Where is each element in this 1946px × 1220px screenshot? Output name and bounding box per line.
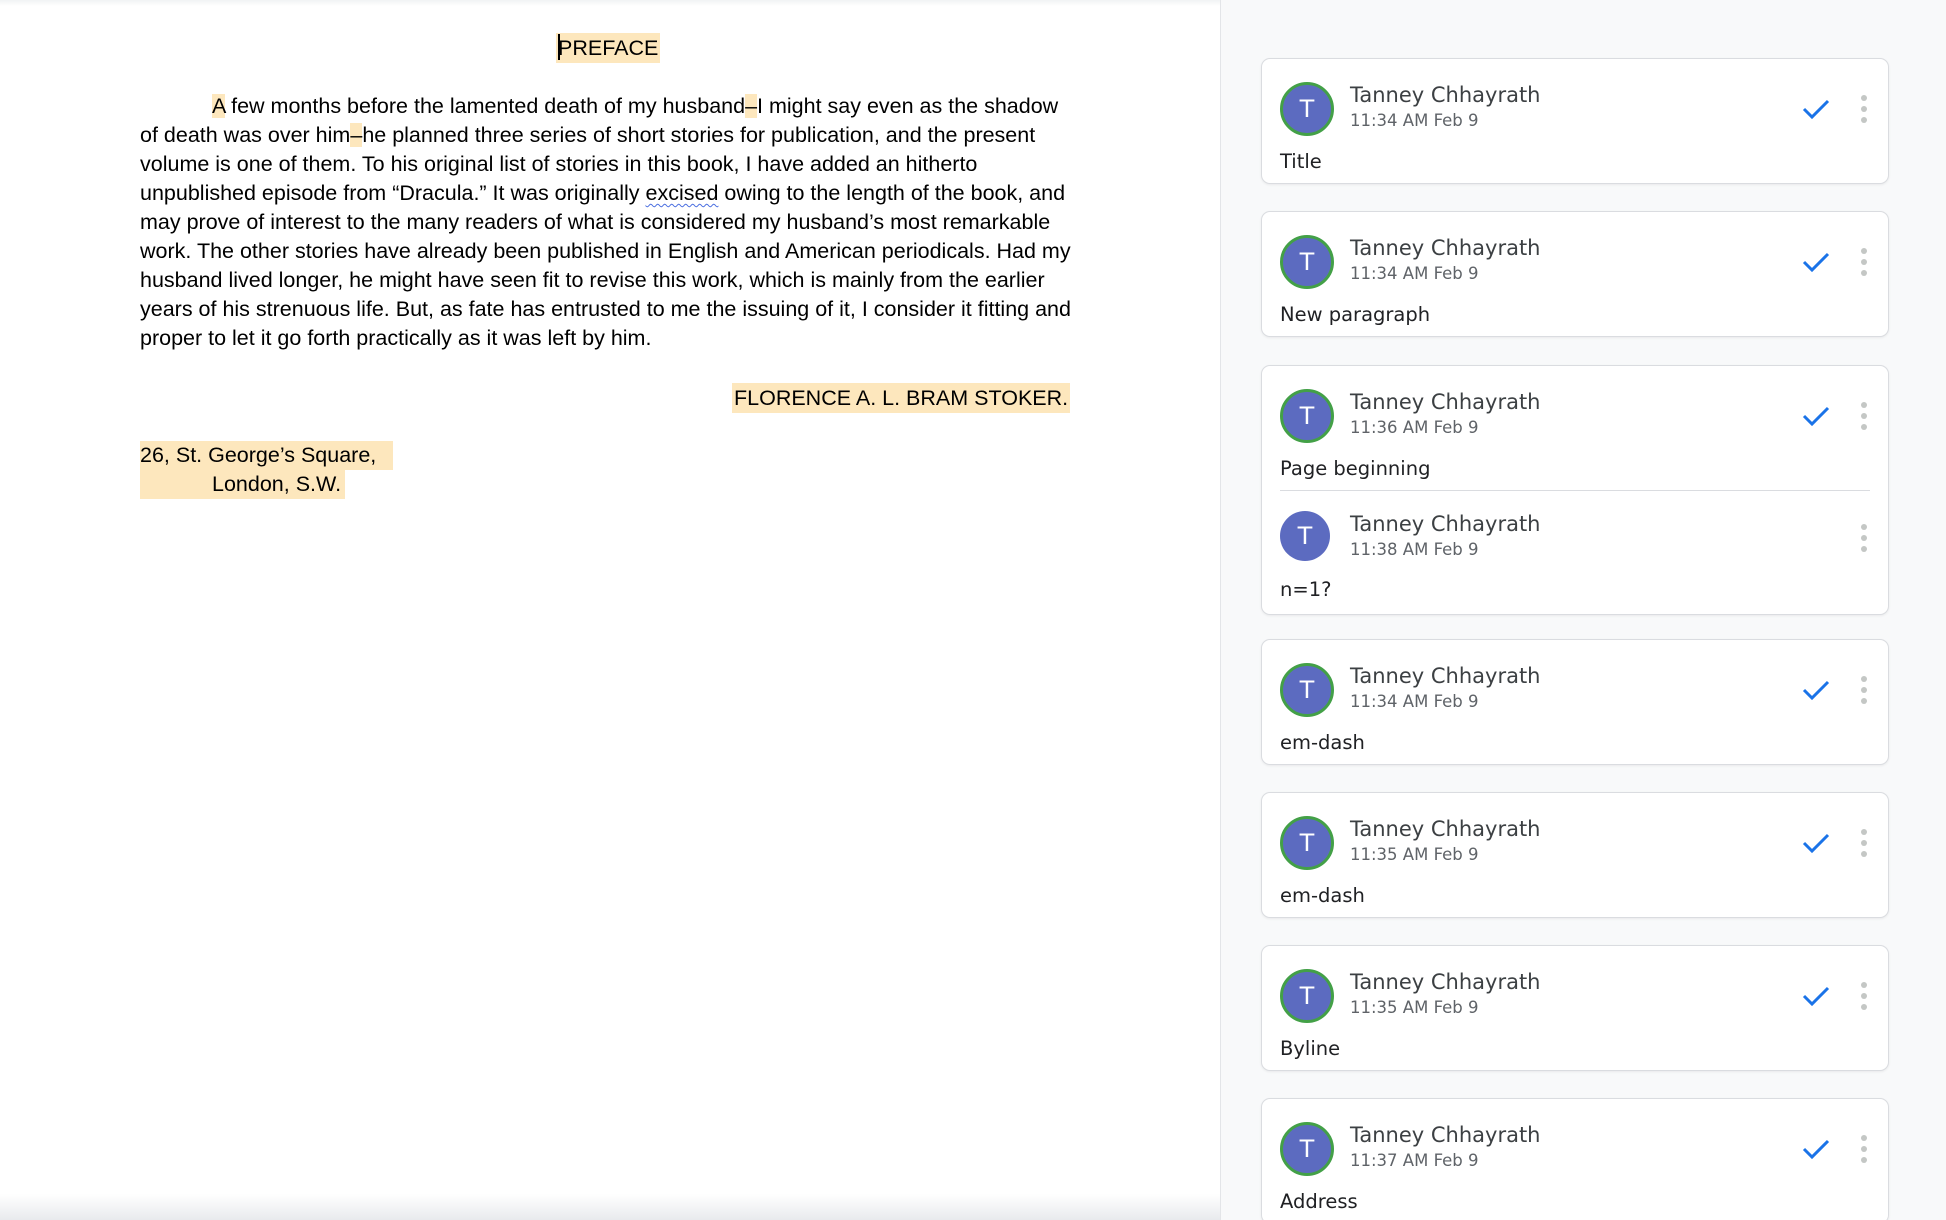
- more-options-button[interactable]: [1854, 87, 1874, 131]
- comment-text: Byline: [1280, 1037, 1341, 1060]
- document-title-text[interactable]: PREFACE: [558, 36, 658, 60]
- resolve-button[interactable]: [1796, 976, 1836, 1016]
- comment-author: Tanney Chhayrath: [1350, 664, 1541, 688]
- comment-author: Tanney Chhayrath: [1350, 83, 1541, 107]
- comment-card-byline[interactable]: T Tanney Chhayrath 11:35 AM Feb 9 Byline: [1261, 945, 1889, 1071]
- more-vert-icon: [1861, 829, 1867, 835]
- more-vert-icon: [1861, 982, 1867, 988]
- highlight-em-dash-2[interactable]: –: [350, 123, 363, 147]
- comment-entry: T Tanney Chhayrath 11:35 AM Feb 9 em-das…: [1262, 793, 1888, 917]
- comment-author: Tanney Chhayrath: [1350, 236, 1541, 260]
- comment-author: Tanney Chhayrath: [1350, 390, 1541, 414]
- check-icon: [1802, 406, 1830, 427]
- comment-text: em-dash: [1280, 884, 1365, 907]
- avatar[interactable]: T: [1280, 235, 1334, 289]
- more-options-button[interactable]: [1854, 821, 1874, 865]
- comment-timestamp: 11:36 AM Feb 9: [1350, 418, 1479, 437]
- avatar[interactable]: T: [1280, 816, 1334, 870]
- comment-author: Tanney Chhayrath: [1350, 512, 1541, 536]
- check-icon: [1802, 252, 1830, 273]
- address-line-1: 26, St. George’s Square,: [140, 441, 393, 470]
- comment-card-new-paragraph[interactable]: T Tanney Chhayrath 11:34 AM Feb 9 New pa…: [1261, 211, 1889, 337]
- check-icon: [1802, 833, 1830, 854]
- more-vert-icon: [1861, 676, 1867, 682]
- comment-entry: T Tanney Chhayrath 11:35 AM Feb 9 Byline: [1262, 946, 1888, 1070]
- preface-paragraph[interactable]: A few months before the lamented death o…: [140, 92, 1082, 353]
- comment-timestamp: 11:34 AM Feb 9: [1350, 111, 1479, 130]
- check-icon: [1802, 680, 1830, 701]
- comment-text: n=1?: [1280, 578, 1332, 601]
- comment-author: Tanney Chhayrath: [1350, 1123, 1541, 1147]
- comment-timestamp: 11:35 AM Feb 9: [1350, 845, 1479, 864]
- check-icon: [1802, 1139, 1830, 1160]
- comment-timestamp: 11:34 AM Feb 9: [1350, 692, 1479, 711]
- highlight-em-dash-1[interactable]: –: [745, 94, 758, 118]
- address-block[interactable]: 26, St. George’s Square, London, S.W.: [140, 441, 393, 499]
- more-vert-icon: [1861, 95, 1867, 101]
- avatar[interactable]: T: [1280, 1122, 1334, 1176]
- more-vert-icon: [1861, 402, 1867, 408]
- comment-entry: T Tanney Chhayrath 11:34 AM Feb 9 em-das…: [1262, 640, 1888, 764]
- address-line-2: London, S.W.: [140, 470, 345, 499]
- comment-card-em-dash-1[interactable]: T Tanney Chhayrath 11:34 AM Feb 9 em-das…: [1261, 639, 1889, 765]
- more-options-button[interactable]: [1854, 1127, 1874, 1171]
- check-icon: [1802, 99, 1830, 120]
- comment-timestamp: 11:38 AM Feb 9: [1350, 540, 1479, 559]
- paragraph-text-4: owing to the length of the book, and may…: [140, 181, 1071, 350]
- resolve-button[interactable]: [1796, 242, 1836, 282]
- more-vert-icon: [1861, 524, 1867, 530]
- more-options-button[interactable]: [1854, 974, 1874, 1018]
- comment-timestamp: 11:35 AM Feb 9: [1350, 998, 1479, 1017]
- page-top-edge: [0, 0, 1220, 6]
- avatar[interactable]: T: [1280, 663, 1334, 717]
- comment-reply: T Tanney Chhayrath 11:38 AM Feb 9 n=1?: [1280, 490, 1870, 614]
- more-vert-icon: [1861, 248, 1867, 254]
- avatar[interactable]: T: [1280, 389, 1334, 443]
- comment-timestamp: 11:34 AM Feb 9: [1350, 264, 1479, 283]
- resolve-button[interactable]: [1796, 89, 1836, 129]
- resolve-button[interactable]: [1796, 396, 1836, 436]
- check-icon: [1802, 986, 1830, 1007]
- comment-entry: T Tanney Chhayrath 11:34 AM Feb 9 Title: [1262, 59, 1888, 183]
- highlight-paragraph-start[interactable]: A: [212, 94, 226, 118]
- resolve-button[interactable]: [1796, 1129, 1836, 1169]
- comment-text: em-dash: [1280, 731, 1365, 754]
- more-options-button[interactable]: [1854, 394, 1874, 438]
- comment-card-address[interactable]: T Tanney Chhayrath 11:37 AM Feb 9 Addres…: [1261, 1098, 1889, 1220]
- spellcheck-word[interactable]: excised: [646, 181, 719, 205]
- comments-sidebar: T Tanney Chhayrath 11:34 AM Feb 9 Title …: [1220, 0, 1946, 1220]
- comment-card-page-beginning[interactable]: T Tanney Chhayrath 11:36 AM Feb 9 Page b…: [1261, 365, 1889, 615]
- comment-card-em-dash-2[interactable]: T Tanney Chhayrath 11:35 AM Feb 9 em-das…: [1261, 792, 1889, 918]
- page-bottom-edge: [0, 1194, 1220, 1220]
- comment-text: Page beginning: [1280, 457, 1431, 480]
- comment-text: Address: [1280, 1190, 1358, 1213]
- more-options-button[interactable]: [1854, 240, 1874, 284]
- document-page[interactable]: PREFACE A few months before the lamented…: [0, 0, 1220, 1220]
- comment-text: Title: [1280, 150, 1322, 173]
- more-options-button[interactable]: [1854, 516, 1874, 560]
- comment-entry: T Tanney Chhayrath 11:37 AM Feb 9 Addres…: [1262, 1099, 1888, 1220]
- avatar[interactable]: T: [1280, 969, 1334, 1023]
- more-vert-icon: [1861, 1135, 1867, 1141]
- resolve-button[interactable]: [1796, 670, 1836, 710]
- comment-author: Tanney Chhayrath: [1350, 817, 1541, 841]
- avatar[interactable]: T: [1280, 511, 1330, 561]
- document-title[interactable]: PREFACE: [556, 33, 661, 63]
- more-options-button[interactable]: [1854, 668, 1874, 712]
- comment-text: New paragraph: [1280, 303, 1431, 326]
- comment-card-title[interactable]: T Tanney Chhayrath 11:34 AM Feb 9 Title: [1261, 58, 1889, 184]
- comment-entry: T Tanney Chhayrath 11:36 AM Feb 9 Page b…: [1262, 366, 1888, 490]
- resolve-button[interactable]: [1796, 823, 1836, 863]
- avatar[interactable]: T: [1280, 82, 1334, 136]
- comment-entry: T Tanney Chhayrath 11:34 AM Feb 9 New pa…: [1262, 212, 1888, 336]
- paragraph-text-1: few months before the lamented death of …: [225, 94, 746, 118]
- byline[interactable]: FLORENCE A. L. BRAM STOKER.: [732, 383, 1071, 413]
- comment-author: Tanney Chhayrath: [1350, 970, 1541, 994]
- comment-timestamp: 11:37 AM Feb 9: [1350, 1151, 1479, 1170]
